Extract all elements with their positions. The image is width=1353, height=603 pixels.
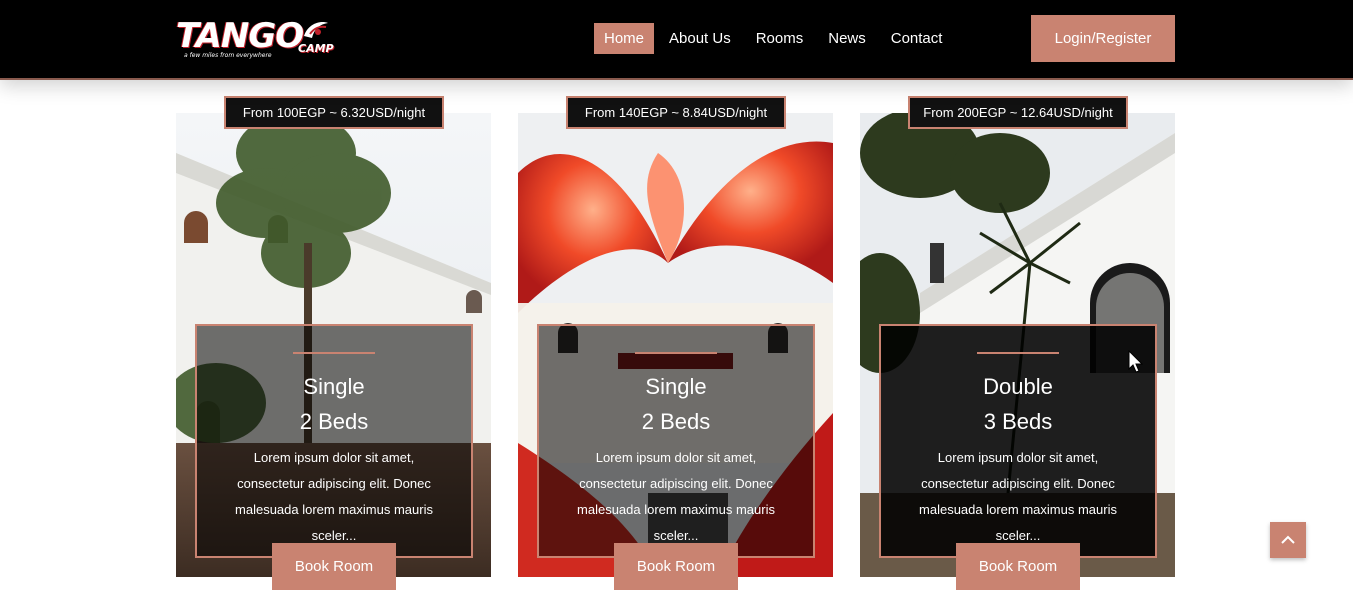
book-room-button[interactable]: Book Room: [272, 543, 396, 590]
site-logo[interactable]: TANGO CAMP a few miles from everywhere: [176, 16, 336, 64]
room-type: Double: [983, 374, 1053, 399]
divider: [977, 352, 1059, 354]
logo-swoosh-icon: [304, 22, 328, 38]
room-description: Lorem ipsum dolor sit amet, consectetur …: [577, 450, 775, 543]
price-badge: From 200EGP ~ 12.64USD/night: [908, 96, 1128, 129]
mouse-cursor-icon: [1128, 350, 1144, 373]
site-header: TANGO CAMP a few miles from everywhere H…: [0, 0, 1353, 80]
room-beds: 2 Beds: [641, 409, 711, 434]
book-room-button[interactable]: Book Room: [956, 543, 1080, 590]
room-beds: 2 Beds: [299, 409, 369, 434]
room-type: Single: [303, 374, 365, 399]
chevron-up-icon: [1281, 535, 1295, 544]
room-beds: 3 Beds: [983, 409, 1053, 434]
price-badge: From 140EGP ~ 8.84USD/night: [566, 96, 786, 129]
room-info-overlay: Double 3 Beds Lorem ipsum dolor sit amet…: [879, 324, 1157, 558]
room-card: From 100EGP ~ 6.32USD/night Single 2 Bed…: [176, 96, 491, 590]
price-badge: From 100EGP ~ 6.32USD/night: [224, 96, 444, 129]
room-info-overlay: Single 2 Beds Lorem ipsum dolor sit amet…: [195, 324, 473, 558]
nav-news[interactable]: News: [818, 23, 876, 54]
divider: [635, 352, 717, 354]
room-info-overlay: Single 2 Beds Lorem ipsum dolor sit amet…: [537, 324, 815, 558]
logo-wordmark: TANGO: [176, 16, 304, 56]
nav-home[interactable]: Home: [594, 23, 655, 54]
nav-contact[interactable]: Contact: [881, 23, 953, 54]
logo-tagline: a few miles from everywhere: [184, 52, 272, 59]
room-card: From 140EGP ~ 8.84USD/night Single 2 Bed…: [518, 96, 833, 590]
room-type: Single: [645, 374, 707, 399]
logo-camp-text: CAMP: [298, 42, 334, 55]
scroll-to-top-button[interactable]: [1270, 522, 1306, 558]
nav-rooms[interactable]: Rooms: [746, 23, 814, 54]
room-description: Lorem ipsum dolor sit amet, consectetur …: [919, 450, 1117, 543]
nav-about-us[interactable]: About Us: [659, 23, 741, 54]
room-description: Lorem ipsum dolor sit amet, consectetur …: [235, 450, 433, 543]
divider: [293, 352, 375, 354]
room-card: From 200EGP ~ 12.64USD/night Double 3 Be…: [860, 96, 1175, 590]
main-nav: Home About Us Rooms News Contact: [594, 23, 957, 54]
book-room-button[interactable]: Book Room: [614, 543, 738, 590]
login-register-button[interactable]: Login/Register: [1031, 15, 1175, 62]
